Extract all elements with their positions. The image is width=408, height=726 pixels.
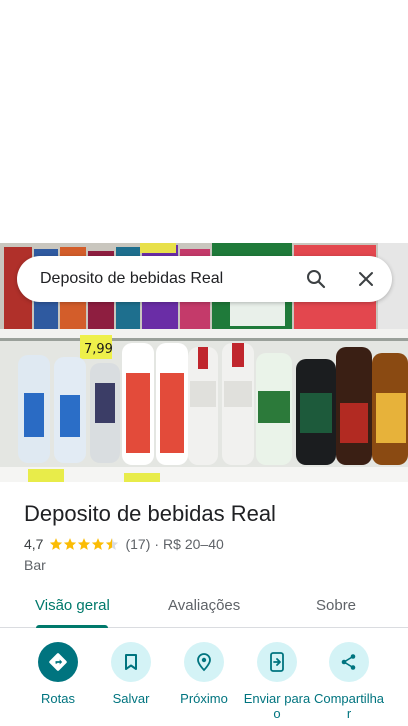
save-label: Salvar xyxy=(112,691,150,706)
star-rating xyxy=(49,537,119,551)
price-range: R$ 20–40 xyxy=(163,536,224,552)
star-icon xyxy=(78,538,91,550)
place-tabs: Visão geral Avaliações Sobre xyxy=(0,587,408,628)
separator-dot: · xyxy=(154,536,160,552)
active-tab-indicator xyxy=(36,625,108,628)
close-icon[interactable] xyxy=(354,267,378,291)
tab-overview[interactable]: Visão geral xyxy=(35,597,110,614)
place-title: Deposito de bebidas Real xyxy=(24,501,276,526)
nearby-label: Próximo xyxy=(180,691,228,706)
search-bar[interactable]: Deposito de bebidas Real xyxy=(17,256,392,302)
map-blank-area xyxy=(0,0,408,243)
search-query-text[interactable]: Deposito de bebidas Real xyxy=(40,270,304,288)
star-icon xyxy=(50,538,63,550)
nearby-icon xyxy=(184,642,224,682)
share-button[interactable]: Compartilha r xyxy=(311,642,387,721)
send-to-phone-label: Enviar para o xyxy=(243,691,311,721)
save-button[interactable]: Salvar xyxy=(93,642,169,706)
directions-icon xyxy=(38,642,78,682)
rating-value: 4,7 xyxy=(24,536,44,552)
price-tag: 7,99 xyxy=(84,342,113,357)
star-icon xyxy=(64,538,77,550)
nearby-button[interactable]: Próximo xyxy=(166,642,242,706)
review-count[interactable]: (17) xyxy=(125,536,150,552)
search-icon[interactable] xyxy=(304,267,328,291)
send-to-phone-icon xyxy=(257,642,297,682)
bookmark-icon xyxy=(111,642,151,682)
share-label: Compartilha r xyxy=(313,691,385,721)
star-icon xyxy=(92,538,105,550)
send-to-phone-button[interactable]: Enviar para o xyxy=(239,642,315,721)
tab-reviews[interactable]: Avaliações xyxy=(168,597,240,614)
star-half-icon xyxy=(106,538,119,550)
directions-button[interactable]: Rotas xyxy=(20,642,96,706)
directions-label: Rotas xyxy=(41,691,75,706)
share-icon xyxy=(329,642,369,682)
place-category: Bar xyxy=(24,557,46,573)
rating-row[interactable]: 4,7 (17) · R$ 20–40 xyxy=(24,536,224,552)
action-buttons-row: Rotas Salvar Próximo Enviar para o Compa… xyxy=(0,642,408,726)
tab-about[interactable]: Sobre xyxy=(316,597,356,614)
place-details-sheet: Deposito de bebidas Real 4,7 (17) · R$ 2… xyxy=(0,482,408,726)
